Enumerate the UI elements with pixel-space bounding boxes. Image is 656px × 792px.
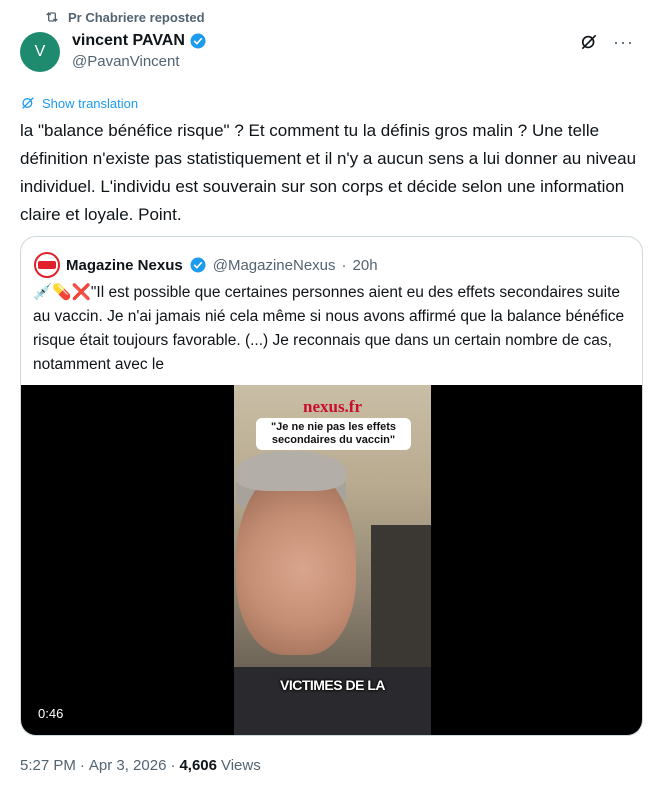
quote-emojis: 💉💊❌ xyxy=(33,284,91,301)
meta-separator-2: · xyxy=(170,757,176,774)
show-translation-label: Show translation xyxy=(42,95,139,111)
speaker-face xyxy=(236,465,356,655)
quote-text-block: 💉💊❌"Il est possible que certaines person… xyxy=(33,281,633,377)
tweet-time[interactable]: 5:27 PM xyxy=(20,757,76,774)
translate-icon xyxy=(22,97,34,109)
quote-author-name[interactable]: Magazine Nexus xyxy=(66,257,183,274)
quote-header: Magazine Nexus @MagazineNexus · 20h xyxy=(34,252,378,278)
video-overlay-text: VICTIMES DE LA xyxy=(279,677,386,693)
grok-icon[interactable] xyxy=(579,32,599,52)
tweet-meta: 5:27 PM · Apr 3, 2026 · 4,606 Views xyxy=(20,757,261,774)
video-caption: "Je ne nie pas les effets secondaires du… xyxy=(256,418,411,450)
verified-badge-icon[interactable] xyxy=(189,256,207,274)
author-name[interactable]: vincent PAVAN xyxy=(72,32,185,50)
tweet-date[interactable]: Apr 3, 2026 xyxy=(89,757,167,774)
tweet-text: la "balance bénéfice risque" ? Et commen… xyxy=(20,121,637,224)
quote-text: "Il est possible que certaines personnes… xyxy=(33,284,625,373)
video-player[interactable]: nexus.fr "Je ne nie pas les effets secon… xyxy=(21,385,642,735)
quote-avatar[interactable] xyxy=(34,252,60,278)
video-frame: nexus.fr "Je ne nie pas les effets secon… xyxy=(234,385,431,735)
views-label: Views xyxy=(220,757,261,774)
top-actions: ··· xyxy=(579,32,634,52)
avatar[interactable]: V xyxy=(20,32,60,72)
repost-header[interactable]: Pr Chabriere reposted xyxy=(44,9,205,25)
meta-separator: · xyxy=(79,757,85,774)
quoted-tweet[interactable]: Magazine Nexus @MagazineNexus · 20h 💉💊❌"… xyxy=(20,236,643,736)
quote-time[interactable]: 20h xyxy=(353,257,378,274)
author-block: vincent PAVAN @PavanVincent xyxy=(72,32,207,70)
show-translation-link[interactable]: Show translation xyxy=(20,95,138,111)
quote-separator: · xyxy=(341,256,347,274)
quote-author-handle[interactable]: @MagazineNexus xyxy=(213,257,336,274)
verified-badge-icon[interactable] xyxy=(189,32,207,50)
more-icon[interactable]: ··· xyxy=(613,33,634,51)
avatar-initial: V xyxy=(34,43,46,60)
views-count[interactable]: 4,606 xyxy=(179,757,217,774)
repost-text: Pr Chabriere reposted xyxy=(68,9,205,25)
author-handle[interactable]: @PavanVincent xyxy=(72,53,207,70)
video-logo: nexus.fr xyxy=(302,397,363,416)
repost-icon xyxy=(46,12,58,22)
video-duration: 0:46 xyxy=(34,705,68,722)
